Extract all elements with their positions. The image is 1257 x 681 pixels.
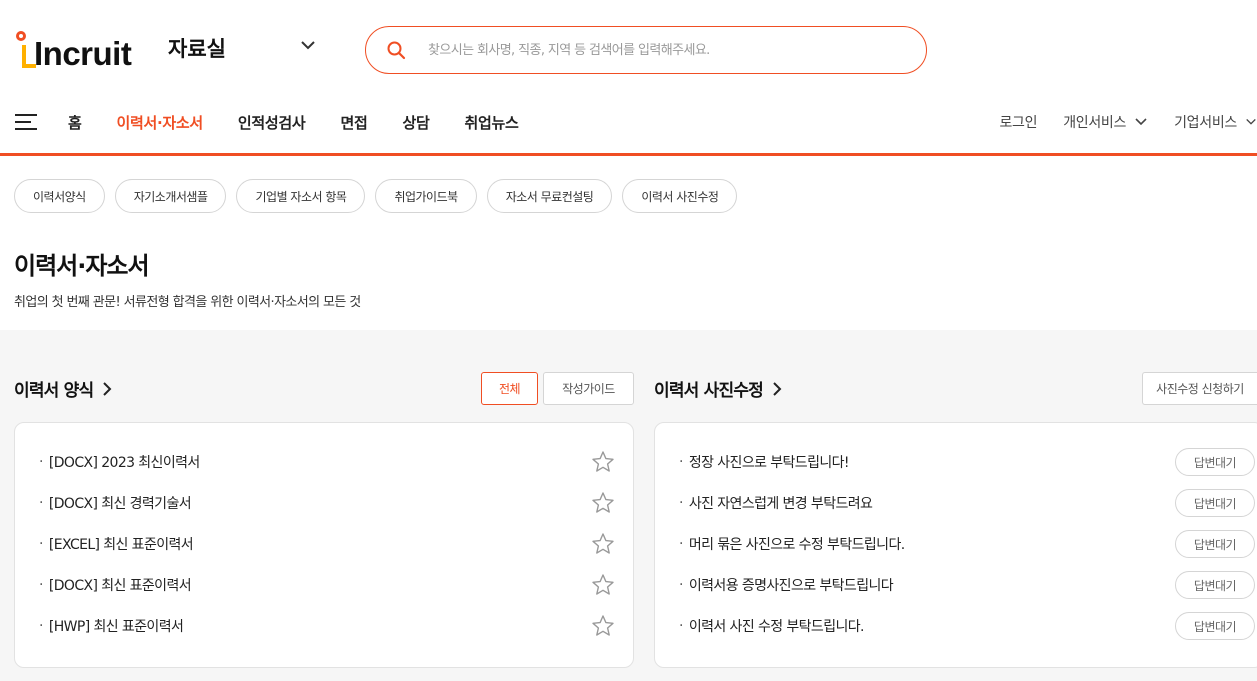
login-link[interactable]: 로그인 [999,112,1037,132]
tab-all[interactable]: 전체 [481,372,538,405]
personal-services-menu[interactable]: 개인서비스 [1063,112,1148,132]
list-item: · [DOCX] 최신 표준이력서 [39,575,192,595]
list-item-label[interactable]: 사진 자연스럽게 변경 부탁드려요 [689,493,873,513]
chevron-right-icon [103,381,112,396]
nav-item-home[interactable]: 홈 [68,112,82,133]
list-item: · [HWP] 최신 표준이력서 [39,616,184,636]
list-item-label[interactable]: [EXCEL] 최신 표준이력서 [49,534,194,554]
hamburger-menu-icon[interactable] [14,112,40,132]
status-badge: 답변대기 [1175,530,1255,558]
status-badge: 답변대기 [1175,489,1255,517]
chip-photo-edit[interactable]: 이력서 사진수정 [622,179,738,213]
logo-text: Incruit [34,35,132,72]
list-item: · 이력서용 증명사진으로 부탁드립니다 [679,575,894,595]
search-icon[interactable] [386,40,406,60]
list-item: · [DOCX] 최신 경력기술서 [39,493,192,513]
list-item: · [DOCX] 2023 최신이력서 [39,452,200,472]
chip-free-consulting[interactable]: 자소서 무료컨설팅 [486,179,613,213]
chip-resume-template[interactable]: 이력서양식 [14,179,105,213]
star-icon[interactable] [591,532,615,556]
status-badge: 답변대기 [1175,571,1255,599]
search-input[interactable] [428,42,908,58]
list-item: · 정장 사진으로 부탁드립니다! [679,452,850,472]
list-item-label[interactable]: 이력서용 증명사진으로 부탁드립니다 [689,575,894,595]
list-item: · 이력서 사진 수정 부탁드립니다. [679,616,865,636]
chevron-down-icon [1246,118,1256,125]
page-subtitle: 취업의 첫 번째 관문! 서류전형 합격을 위한 이력서·자소서의 모든 것 [14,295,361,310]
nav-item-interview[interactable]: 면접 [340,112,367,133]
corporate-services-menu[interactable]: 기업서비스 [1174,112,1257,132]
list-item: · [EXCEL] 최신 표준이력서 [39,534,194,554]
chip-company-questions[interactable]: 기업별 자소서 항목 [236,179,366,213]
list-item-label[interactable]: [DOCX] 최신 경력기술서 [49,493,192,513]
resume-panel-title-text: 이력서 양식 [14,381,94,401]
photo-edit-card: · 정장 사진으로 부탁드립니다! · 사진 자연스럽게 변경 부탁드려요 · 머리 … [654,422,1257,668]
chevron-down-icon[interactable] [299,36,317,54]
list-item-label[interactable]: 이력서 사진 수정 부탁드립니다. [689,616,865,636]
resume-panel-title[interactable]: 이력서 양식 [14,376,113,401]
header: Incruit 자료실 [0,0,1257,98]
nav-item-aptitude[interactable]: 인적성검사 [238,112,306,133]
corporate-services-label: 기업서비스 [1174,115,1237,131]
nav-item-news[interactable]: 취업뉴스 [464,112,518,133]
content-area: 이력서 양식 전체 작성가이드 · [DOCX] 2023 최신이력서 · [DOC… [0,330,1257,681]
star-icon[interactable] [591,614,615,638]
star-icon[interactable] [591,450,615,474]
list-item-label[interactable]: [HWP] 최신 표준이력서 [49,616,184,636]
chip-job-guidebook[interactable]: 취업가이드북 [375,179,477,213]
list-item-label[interactable]: [DOCX] 최신 표준이력서 [49,575,192,595]
status-badge: 답변대기 [1175,448,1255,476]
list-item-label[interactable]: 머리 묶은 사진으로 수정 부탁드립니다. [689,534,905,554]
photo-edit-apply-button[interactable]: 사진수정 신청하기 [1142,372,1257,405]
photo-panel-title-text: 이력서 사진수정 [654,381,764,401]
list-item-label[interactable]: 정장 사진으로 부탁드립니다! [689,452,850,472]
tab-writing-guide[interactable]: 작성가이드 [543,372,634,405]
section-title: 자료실 [168,37,226,61]
photo-panel-title[interactable]: 이력서 사진수정 [654,376,783,401]
chevron-right-icon [773,381,782,396]
list-item: · 사진 자연스럽게 변경 부탁드려요 [679,493,873,513]
sub-category-chips: 이력서양식 자기소개서샘플 기업별 자소서 항목 취업가이드북 자소서 무료컨설… [14,179,747,213]
chip-cover-letter-sample[interactable]: 자기소개서샘플 [114,179,227,213]
incruit-logo[interactable]: Incruit [14,28,132,72]
nav-menu: 홈 이력서·자소서 인적성검사 면접 상담 취업뉴스 [68,112,553,133]
resume-template-card: · [DOCX] 2023 최신이력서 · [DOCX] 최신 경력기술서 · [EX… [14,422,634,668]
star-icon[interactable] [591,491,615,515]
page-title: 이력서·자소서 [14,252,150,280]
logo-mark-icon [14,28,36,72]
main-nav: 홈 이력서·자소서 인적성검사 면접 상담 취업뉴스 로그인 개인서비스 기업서… [0,98,1257,156]
nav-item-consult[interactable]: 상담 [402,112,429,133]
star-icon[interactable] [591,573,615,597]
list-item: · 머리 묶은 사진으로 수정 부탁드립니다. [679,534,905,554]
personal-services-label: 개인서비스 [1063,115,1127,131]
nav-item-resume[interactable]: 이력서·자소서 [117,112,204,133]
status-badge: 답변대기 [1175,612,1255,640]
nav-right: 로그인 개인서비스 기업서비스 [973,112,1257,132]
list-item-label[interactable]: [DOCX] 2023 최신이력서 [49,452,200,472]
search-bar [365,26,927,74]
chevron-down-icon [1135,118,1147,126]
